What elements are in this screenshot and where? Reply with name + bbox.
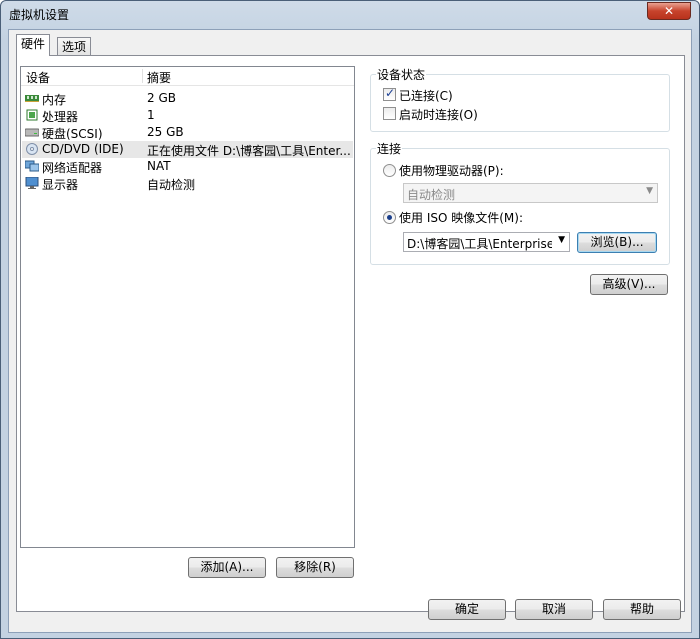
- remove-device-button[interactable]: 移除(R): [276, 557, 354, 578]
- display-icon: [25, 177, 39, 189]
- device-name: 硬盘(SCSI): [42, 127, 103, 141]
- close-button[interactable]: ✕: [647, 2, 691, 20]
- iso-image-radio[interactable]: [383, 211, 396, 224]
- device-summary: 自动检测: [147, 178, 196, 192]
- chevron-down-icon: ▼: [558, 235, 565, 245]
- device-row-processor[interactable]: 处理器 1: [22, 107, 353, 124]
- device-row-display[interactable]: 显示器 自动检测: [22, 175, 353, 192]
- hard-disk-icon: [25, 128, 39, 137]
- device-status-title: 设备状态: [376, 66, 427, 83]
- device-name: 网络适配器: [42, 161, 103, 175]
- device-row-cd-dvd[interactable]: CD/DVD (IDE) 正在使用文件 D:\博客园\工具\Enter...: [22, 141, 353, 158]
- connect-at-power-on-checkbox[interactable]: [383, 107, 396, 120]
- device-name: CD/DVD (IDE): [42, 142, 124, 156]
- network-adapter-icon: [25, 160, 39, 172]
- tab-hardware[interactable]: 硬件: [16, 34, 51, 56]
- device-row-network[interactable]: 网络适配器 NAT: [22, 158, 353, 175]
- device-name: 处理器: [42, 110, 79, 124]
- vm-settings-window: 虚拟机设置 ✕ 硬件 选项 设备 摘要 内存 2 GB 处理器 1 硬盘(SCS…: [0, 0, 700, 639]
- device-summary: 2 GB: [147, 91, 176, 105]
- device-summary: NAT: [147, 159, 171, 173]
- cancel-button[interactable]: 取消: [515, 599, 593, 620]
- help-button[interactable]: 帮助: [603, 599, 681, 620]
- device-name: 显示器: [42, 178, 79, 192]
- chevron-down-icon: ▼: [646, 186, 653, 196]
- device-row-memory[interactable]: 内存 2 GB: [22, 90, 353, 107]
- connect-at-power-on-label[interactable]: 启动时连接(O): [399, 106, 478, 123]
- iso-path-value: D:\博客园\工具\Enterprise-R: [407, 237, 552, 251]
- connection-title: 连接: [376, 140, 403, 157]
- radio-selected-dot: [387, 215, 392, 220]
- cd-dvd-icon: [26, 143, 38, 155]
- connected-label[interactable]: 已连接(C): [399, 87, 453, 104]
- ok-button[interactable]: 确定: [428, 599, 506, 620]
- device-summary: 25 GB: [147, 125, 184, 139]
- device-summary: 1: [147, 108, 155, 122]
- connected-checkbox[interactable]: ✓: [383, 86, 396, 101]
- device-list[interactable]: 设备 摘要 内存 2 GB 处理器 1 硬盘(SCSI) 25 GB CD/DV…: [20, 66, 355, 548]
- device-name: 内存: [42, 93, 67, 107]
- memory-icon: [25, 95, 39, 102]
- device-list-header: 设备 摘要: [21, 67, 354, 86]
- physical-drive-value: 自动检测: [407, 188, 456, 202]
- column-header-summary[interactable]: 摘要: [147, 69, 171, 86]
- advanced-button[interactable]: 高级(V)...: [590, 274, 668, 295]
- physical-drive-radio[interactable]: [383, 164, 396, 177]
- title-bar[interactable]: 虚拟机设置 ✕: [1, 1, 699, 29]
- physical-drive-label[interactable]: 使用物理驱动器(P):: [399, 162, 504, 179]
- processor-icon: [26, 109, 38, 121]
- column-divider[interactable]: [142, 69, 143, 83]
- tab-options[interactable]: 选项: [57, 37, 92, 56]
- device-row-hard-disk[interactable]: 硬盘(SCSI) 25 GB: [22, 124, 353, 141]
- device-summary: 正在使用文件 D:\博客园\工具\Enter...: [147, 144, 351, 158]
- column-header-device[interactable]: 设备: [26, 69, 50, 86]
- iso-image-label[interactable]: 使用 ISO 映像文件(M):: [399, 209, 523, 226]
- iso-path-combo[interactable]: D:\博客园\工具\Enterprise-R ▼: [403, 232, 570, 252]
- add-device-button[interactable]: 添加(A)...: [188, 557, 266, 578]
- close-icon: ✕: [663, 4, 675, 18]
- check-mark-icon: ✓: [385, 86, 396, 100]
- window-title: 虚拟机设置: [9, 8, 70, 22]
- physical-drive-select[interactable]: 自动检测 ▼: [403, 183, 658, 203]
- browse-button[interactable]: 浏览(B)...: [577, 232, 657, 253]
